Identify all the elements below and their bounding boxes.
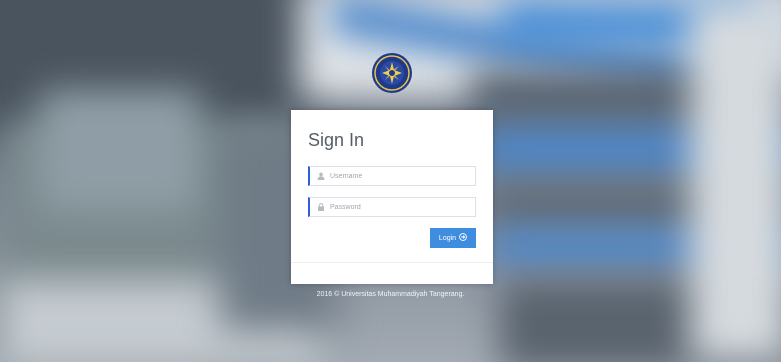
lock-icon	[315, 201, 327, 213]
university-logo	[371, 52, 413, 94]
login-button[interactable]: Login	[430, 228, 476, 248]
login-button-label: Login	[438, 234, 457, 242]
card-divider	[291, 262, 493, 263]
user-icon	[315, 170, 327, 182]
sign-in-title: Sign In	[308, 130, 365, 150]
footer-copyright: 2016 © Universitas Muhammadiyah Tangeran…	[316, 291, 465, 298]
arrow-circle-right-icon	[459, 233, 467, 243]
username-field[interactable]	[308, 166, 476, 186]
login-card: Sign In Login	[291, 110, 493, 284]
password-field[interactable]	[308, 197, 476, 217]
password-input[interactable]	[327, 199, 470, 215]
username-input[interactable]	[327, 168, 470, 184]
